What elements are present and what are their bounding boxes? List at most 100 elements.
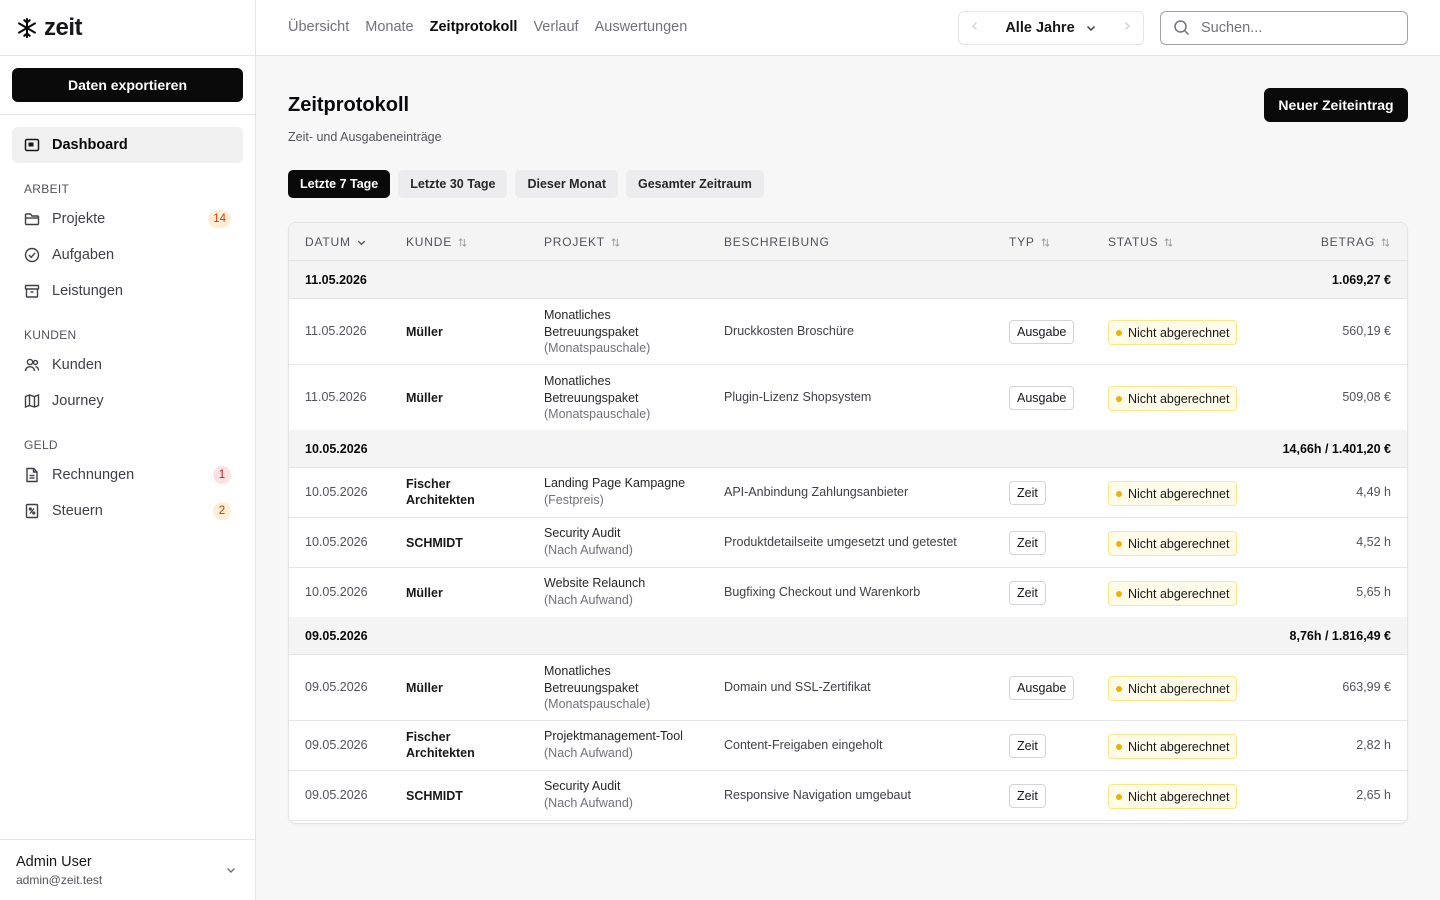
chevron-down-icon: [1086, 25, 1095, 32]
type-badge: Zeit: [1009, 784, 1046, 808]
filter-last-30-days[interactable]: Letzte 30 Tage: [398, 170, 508, 198]
chevron-down-icon: [227, 868, 235, 873]
project-name-line: Security Audit: [544, 779, 621, 793]
folder-icon: [24, 211, 40, 227]
user-menu[interactable]: Admin User admin@zeit.test: [0, 839, 255, 900]
section-label-arbeit: ARBEIT: [24, 182, 70, 196]
section-label-geld: GELD: [24, 438, 58, 452]
tab-monate[interactable]: Monate: [365, 19, 413, 35]
search-box: [1160, 11, 1408, 45]
sidebar-item-projekte[interactable]: Projekte 14: [12, 201, 243, 237]
table-row[interactable]: 11.05.2026 Müller Monatliches Betreuungs…: [289, 365, 1407, 431]
sidebar-item-kunden[interactable]: Kunden: [12, 347, 243, 383]
search-input[interactable]: [1201, 20, 1391, 36]
project-name-line: Monatliches: [544, 374, 611, 388]
project-name-line: Betreuungspaket: [544, 680, 639, 695]
app-logo[interactable]: zeit: [0, 0, 255, 56]
tab-zeitprotokoll[interactable]: Zeitprotokoll: [430, 19, 518, 35]
table-row[interactable]: 09.05.2026 SCHMIDT Security Audit (Nach …: [289, 771, 1407, 821]
cell-amount: 2,65 h: [1356, 788, 1391, 802]
group-date: 11.05.2026: [305, 273, 367, 287]
cell-date: 11.05.2026: [305, 390, 367, 404]
cell-project: Landing Page Kampagne (Festpreis): [544, 475, 714, 508]
status-badge: Nicht abgerechnet: [1108, 481, 1238, 506]
tab-uebersicht[interactable]: Übersicht: [288, 19, 349, 35]
project-billing-type: (Monatspauschale): [544, 341, 651, 355]
status-badge: Nicht abgerechnet: [1108, 531, 1238, 556]
year-dropdown[interactable]: Alle Jahre: [1005, 20, 1096, 36]
sidebar-item-label: Journey: [52, 393, 104, 409]
customer-name-line: Architekten: [406, 493, 475, 507]
cell-project: Security Audit (Nach Aufwand): [544, 778, 714, 811]
status-badge: Nicht abgerechnet: [1108, 734, 1238, 759]
filter-this-month[interactable]: Dieser Monat: [515, 170, 618, 198]
column-header-typ[interactable]: TYP: [1009, 235, 1051, 249]
sidebar-item-rechnungen[interactable]: Rechnungen 1: [12, 457, 243, 493]
sort-icon: [611, 237, 620, 247]
table-row[interactable]: 10.05.2026 Fischer Architekten Landing P…: [289, 468, 1407, 518]
status-dot: [1116, 540, 1122, 547]
snowflake-logo-icon: [18, 17, 36, 38]
sidebar-item-aufgaben[interactable]: Aufgaben: [12, 237, 243, 273]
cell-project: Security Audit (Nach Aufwand): [544, 525, 714, 558]
invoices-count-badge: 1: [213, 466, 231, 484]
customer-name: Müller: [406, 325, 443, 339]
next-year-button[interactable]: [1121, 19, 1133, 37]
top-navigation: Übersicht Monate Zeitprotokoll Verlauf A…: [288, 19, 687, 35]
table-row[interactable]: 11.05.2026 Müller Monatliches Betreuungs…: [289, 299, 1407, 365]
status-dot: [1116, 793, 1122, 800]
sidebar-item-steuern[interactable]: Steuern 2: [12, 493, 243, 529]
project-name-line: Betreuungspaket: [544, 324, 639, 339]
cell-date: 11.05.2026: [305, 324, 367, 338]
column-header-betrag[interactable]: BETRAG: [1321, 235, 1391, 249]
cell-project: Monatliches Betreuungspaket (Monatspausc…: [544, 663, 714, 713]
filter-last-7-days[interactable]: Letzte 7 Tage: [288, 170, 391, 198]
year-selector: Alle Jahre: [958, 11, 1144, 45]
table-row[interactable]: 10.05.2026 SCHMIDT Security Audit (Nach …: [289, 518, 1407, 568]
type-badge: Zeit: [1009, 481, 1046, 505]
chevron-right-icon: [1124, 21, 1131, 31]
group-date: 09.05.2026: [305, 629, 368, 643]
status-badge: Nicht abgerechnet: [1108, 676, 1238, 701]
project-name-line: Security Audit: [544, 526, 621, 540]
cell-amount: 509,08 €: [1342, 390, 1391, 404]
table-row[interactable]: 09.05.2026 Fischer Architekten Projektma…: [289, 721, 1407, 771]
status-dot: [1116, 685, 1122, 692]
column-header-status[interactable]: STATUS: [1108, 235, 1174, 249]
status-label: Nicht abgerechnet: [1128, 681, 1230, 696]
sort-desc-icon: [357, 240, 365, 245]
type-badge: Ausgabe: [1009, 676, 1075, 700]
tab-verlauf[interactable]: Verlauf: [533, 19, 578, 35]
column-header-datum[interactable]: DATUM: [305, 235, 367, 249]
project-billing-type: (Festpreis): [544, 492, 604, 507]
sort-icon: [1041, 237, 1050, 247]
table-row[interactable]: 09.05.2026 Müller Monatliches Betreuungs…: [289, 655, 1407, 721]
archive-icon: [24, 283, 40, 299]
sort-icon: [458, 237, 467, 247]
group-date: 10.05.2026: [305, 442, 368, 456]
sidebar-item-label: Leistungen: [52, 283, 123, 299]
export-data-button[interactable]: Daten exportieren: [12, 68, 243, 102]
new-time-entry-button[interactable]: Neuer Zeiteintrag: [1264, 88, 1408, 122]
column-header-beschreibung: BESCHREIBUNG: [724, 235, 830, 249]
column-header-label: BETRAG: [1320, 235, 1375, 249]
chevron-left-icon: [971, 21, 978, 31]
filter-all-time[interactable]: Gesamter Zeitraum: [625, 170, 764, 198]
tab-auswertungen[interactable]: Auswertungen: [595, 19, 688, 35]
cell-customer: SCHMIDT: [406, 535, 463, 551]
previous-year-button[interactable]: [969, 19, 981, 37]
sidebar: zeit Daten exportieren Dashboard ARBEIT …: [0, 0, 256, 900]
status-dot: [1116, 329, 1122, 336]
column-header-kunde[interactable]: KUNDE: [406, 235, 468, 249]
table-row[interactable]: 10.05.2026 Müller Website Relaunch (Nach…: [289, 568, 1407, 618]
sidebar-item-journey[interactable]: Journey: [12, 383, 243, 419]
cell-description: API-Anbindung Zahlungsanbieter: [724, 485, 909, 499]
sidebar-item-dashboard[interactable]: Dashboard: [12, 127, 243, 163]
cell-project: Monatliches Betreuungspaket (Monatspausc…: [544, 307, 714, 357]
group-total: 8,76h / 1.816,49 €: [1289, 629, 1391, 643]
cell-description: Bugfixing Checkout und Warenkorb: [724, 585, 921, 599]
date-group-header: 09.05.2026 8,76h / 1.816,49 €: [289, 617, 1407, 655]
sidebar-item-leistungen[interactable]: Leistungen: [12, 273, 243, 309]
column-header-projekt[interactable]: PROJEKT: [544, 235, 621, 249]
status-label: Nicht abgerechnet: [1128, 325, 1230, 340]
